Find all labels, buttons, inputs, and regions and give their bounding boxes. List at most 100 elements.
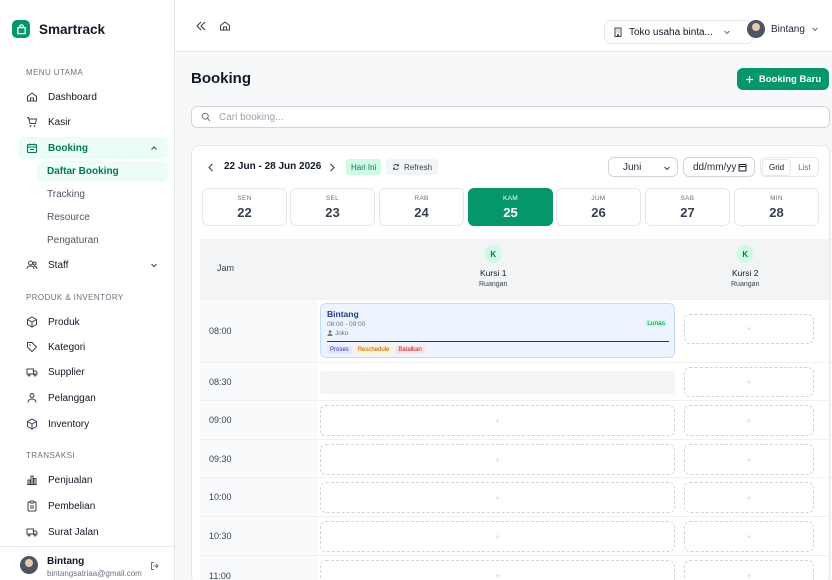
- chevron-left-icon[interactable]: [207, 163, 215, 172]
- brand[interactable]: Smartrack: [12, 20, 105, 38]
- booking-time: 08:00 - 09:00: [327, 321, 366, 328]
- time-row: 10:00 + +: [200, 477, 829, 516]
- sidebar-item-label: Pembelian: [48, 500, 96, 512]
- app-name: Smartrack: [39, 21, 106, 37]
- sidebar-item-penjualan[interactable]: Penjualan: [18, 469, 168, 491]
- day-name: RAB: [414, 194, 429, 202]
- date-input[interactable]: dd/mm/yy: [683, 157, 755, 177]
- booking-card[interactable]: Bintang 08:00 - 09:00 Lunas Joko Proses …: [320, 303, 675, 358]
- booking-customer: Bintang: [327, 309, 359, 319]
- time-row: 08:30 +: [200, 362, 829, 400]
- sidebar-item-label: Booking: [48, 142, 88, 154]
- empty-slot[interactable]: +: [684, 444, 814, 475]
- batalkan-button[interactable]: Batalkan: [395, 346, 425, 354]
- day-name: KAM: [503, 194, 518, 202]
- truck-icon: [26, 528, 38, 537]
- sidebar-item-pembelian[interactable]: Pembelian: [18, 495, 168, 517]
- proses-button[interactable]: Proses: [327, 346, 352, 354]
- empty-slot[interactable]: +: [684, 482, 814, 513]
- home-icon: [27, 92, 37, 102]
- day-rab[interactable]: RAB 24: [379, 188, 464, 226]
- user-email: bintangsatriaa@gmail.com: [47, 569, 142, 578]
- store-selector[interactable]: Toko usaha binta...: [604, 20, 754, 44]
- view-list-button[interactable]: List: [792, 160, 816, 175]
- month-select[interactable]: Juni: [608, 157, 678, 177]
- sidebar-item-kasir[interactable]: Kasir: [18, 111, 168, 133]
- sidebar-item-surat-jalan[interactable]: Surat Jalan: [18, 521, 168, 543]
- calendar-icon: [26, 143, 38, 154]
- resource-kursi-2: K Kursi 2 Ruangan: [731, 245, 759, 288]
- sidebar-item-label: Pelanggan: [48, 392, 96, 404]
- sidebar-item-booking[interactable]: Booking: [18, 137, 168, 159]
- day-min[interactable]: MIN 28: [734, 188, 819, 226]
- sidebar-item-kategori[interactable]: Kategori: [18, 336, 168, 358]
- sidebar-sub-daftar-booking[interactable]: Daftar Booking: [37, 161, 168, 182]
- sidebar-item-produk[interactable]: Produk: [18, 311, 168, 333]
- empty-slot[interactable]: +: [320, 560, 675, 580]
- bar-chart-icon: [27, 475, 37, 485]
- today-button[interactable]: Hari Ini: [346, 159, 382, 175]
- status-badge: Lunas: [645, 320, 667, 327]
- sidebar-sub-pengaturan[interactable]: Pengaturan: [37, 230, 168, 251]
- empty-slot[interactable]: +: [320, 521, 675, 552]
- sidebar-user[interactable]: Bintang bintangsatriaa@gmail.com: [0, 546, 175, 580]
- view-grid-button[interactable]: Grid: [763, 159, 791, 175]
- day-name: SEN: [237, 194, 252, 202]
- time-column-header: Jam: [217, 263, 235, 273]
- collapse-sidebar-icon[interactable]: [195, 20, 207, 32]
- new-booking-button[interactable]: Booking Baru: [737, 68, 829, 90]
- building-icon: [614, 27, 622, 37]
- sidebar-item-inventory[interactable]: Inventory: [18, 413, 168, 435]
- day-sab[interactable]: SAB 27: [645, 188, 730, 226]
- empty-slot[interactable]: +: [684, 314, 814, 344]
- time-label: 10:30: [209, 531, 232, 541]
- empty-slot[interactable]: +: [320, 405, 675, 436]
- avatar: [747, 20, 765, 38]
- empty-slot[interactable]: +: [684, 560, 814, 580]
- empty-slot[interactable]: +: [684, 405, 814, 436]
- sidebar-item-dashboard[interactable]: Dashboard: [18, 86, 168, 108]
- user-name: Bintang: [47, 556, 85, 567]
- time-label: 08:30: [209, 377, 232, 387]
- sidebar-sub-tracking[interactable]: Tracking: [37, 184, 168, 205]
- day-date: 27: [680, 204, 695, 220]
- sidebar-item-label: Kasir: [48, 116, 71, 128]
- day-date: 26: [591, 204, 606, 220]
- booking-staff: Joko: [327, 330, 349, 337]
- search-input[interactable]: [219, 111, 779, 123]
- sidebar-item-supplier[interactable]: Supplier: [18, 361, 168, 383]
- sidebar-item-label: Dashboard: [48, 91, 97, 103]
- refresh-button[interactable]: Refresh: [386, 159, 439, 175]
- new-booking-label: Booking Baru: [758, 73, 822, 85]
- empty-slot[interactable]: +: [684, 521, 814, 552]
- reschedule-button[interactable]: Reschedule: [354, 346, 393, 354]
- sidebar-item-pelanggan[interactable]: Pelanggan: [18, 387, 168, 409]
- day-date: 28: [769, 204, 784, 220]
- chevron-right-icon[interactable]: [328, 163, 336, 172]
- section-title: TRANSAKSI: [26, 451, 75, 460]
- day-jum[interactable]: JUM 26: [556, 188, 641, 226]
- empty-slot[interactable]: +: [684, 367, 814, 397]
- user-menu-name: Bintang: [771, 23, 805, 35]
- logout-icon[interactable]: [150, 561, 160, 571]
- sidebar-item-label: Inventory: [48, 418, 90, 430]
- box-icon: [27, 418, 37, 430]
- sidebar-sub-resource[interactable]: Resource: [37, 207, 168, 228]
- refresh-label: Refresh: [404, 162, 433, 172]
- user-menu[interactable]: Bintang: [747, 20, 819, 38]
- section-title: MENU UTAMA: [26, 68, 84, 77]
- sidebar: Smartrack MENU UTAMA Dashboard Kasir Boo…: [0, 0, 175, 580]
- chevron-down-icon: [724, 30, 730, 35]
- view-toggle: Grid List: [760, 157, 819, 177]
- home-icon[interactable]: [219, 20, 231, 32]
- day-sel[interactable]: SEL 23: [290, 188, 375, 226]
- empty-slot[interactable]: +: [320, 444, 675, 475]
- users-icon: [26, 260, 38, 270]
- day-kam[interactable]: KAM 25: [468, 188, 553, 226]
- store-name: Toko usaha binta...: [629, 26, 713, 38]
- avatar: [20, 556, 38, 574]
- day-sen[interactable]: SEN 22: [202, 188, 287, 226]
- empty-slot[interactable]: +: [320, 482, 675, 513]
- sidebar-item-staff[interactable]: Staff: [18, 254, 168, 276]
- resource-initial: K: [736, 245, 755, 263]
